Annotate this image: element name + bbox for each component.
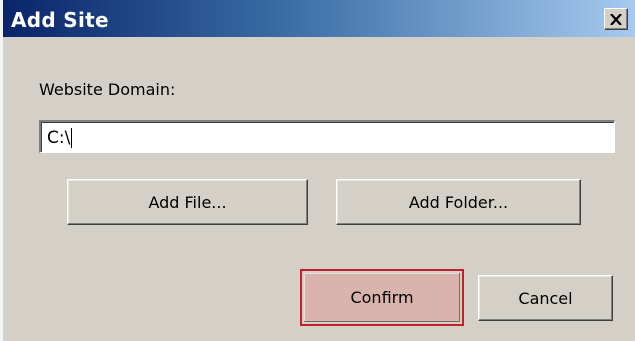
confirm-button[interactable]: Confirm <box>304 273 460 322</box>
close-button[interactable] <box>604 8 628 30</box>
dialog-title: Add Site <box>11 8 109 32</box>
website-domain-value: C:\ <box>47 128 71 148</box>
website-domain-input[interactable]: C:\ <box>39 120 615 153</box>
add-site-dialog: Add Site Website Domain: C:\ Add File...… <box>0 0 635 341</box>
close-icon <box>610 13 622 25</box>
cancel-button[interactable]: Cancel <box>478 275 613 321</box>
text-caret <box>71 128 73 148</box>
website-domain-label: Website Domain: <box>39 80 176 99</box>
title-bar[interactable]: Add Site <box>3 0 635 37</box>
add-folder-button[interactable]: Add Folder... <box>336 179 581 225</box>
add-file-button[interactable]: Add File... <box>67 179 308 225</box>
